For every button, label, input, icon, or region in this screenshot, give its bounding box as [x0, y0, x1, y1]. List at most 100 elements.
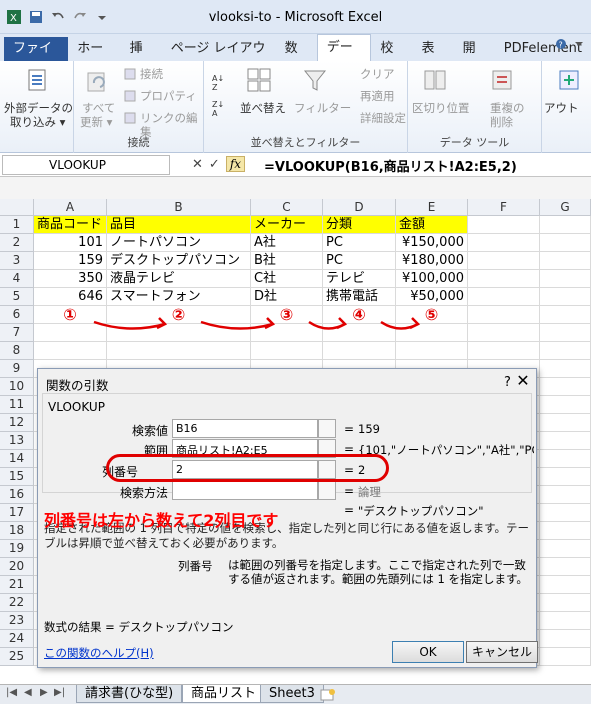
cell[interactable] — [468, 252, 540, 270]
cell[interactable]: スマートフォン — [107, 288, 251, 306]
column-header-b[interactable]: B — [107, 199, 251, 216]
cell[interactable] — [540, 432, 591, 450]
cell[interactable]: 350 — [34, 270, 107, 288]
row-header-24[interactable]: 24 — [0, 630, 34, 648]
row-header-12[interactable]: 12 — [0, 414, 34, 432]
cell[interactable] — [34, 342, 107, 360]
cell[interactable]: メーカー — [251, 216, 323, 234]
cell[interactable] — [468, 216, 540, 234]
first-sheet-icon[interactable]: |◀ — [6, 687, 17, 698]
refresh-all-label1[interactable]: すべて — [82, 101, 115, 115]
row-header-23[interactable]: 23 — [0, 612, 34, 630]
cell[interactable]: ④ — [323, 306, 396, 324]
row-header-22[interactable]: 22 — [0, 594, 34, 612]
row-header-13[interactable]: 13 — [0, 432, 34, 450]
cell[interactable]: 品目 — [107, 216, 251, 234]
cell[interactable] — [540, 342, 591, 360]
cell[interactable]: 159 — [34, 252, 107, 270]
column-header-g[interactable]: G — [540, 199, 591, 216]
cell[interactable] — [468, 324, 540, 342]
cell[interactable]: 分類 — [323, 216, 396, 234]
row-header-16[interactable]: 16 — [0, 486, 34, 504]
outline-label[interactable]: アウト — [544, 101, 579, 115]
cell[interactable] — [540, 540, 591, 558]
cell[interactable]: 101 — [34, 234, 107, 252]
dialog-help-icon[interactable]: ? — [504, 375, 511, 390]
cell[interactable]: A社 — [251, 234, 323, 252]
cell[interactable] — [540, 450, 591, 468]
cell[interactable] — [540, 378, 591, 396]
row-header-10[interactable]: 10 — [0, 378, 34, 396]
cell[interactable] — [468, 270, 540, 288]
ribbon-minimize-icon[interactable] — [573, 38, 585, 50]
tab-review[interactable]: 校閲 — [371, 37, 412, 80]
row-header-6[interactable]: 6 — [0, 306, 34, 324]
cell[interactable]: デスクトップパソコン — [107, 252, 251, 270]
cell[interactable] — [540, 576, 591, 594]
external-data-label2[interactable]: 取り込み ▾ — [10, 115, 65, 129]
insert-sheet-icon[interactable] — [320, 688, 336, 702]
row-header-5[interactable]: 5 — [0, 288, 34, 306]
cell[interactable] — [540, 324, 591, 342]
cell[interactable]: 646 — [34, 288, 107, 306]
collapse-dialog-icon[interactable] — [318, 419, 336, 438]
cell[interactable]: 金額 — [396, 216, 468, 234]
remove-duplicates-icon[interactable] — [490, 67, 516, 93]
cell[interactable] — [540, 612, 591, 630]
cell[interactable] — [107, 324, 251, 342]
clear-button[interactable]: クリア — [360, 67, 395, 81]
cell[interactable] — [540, 648, 591, 666]
cell[interactable] — [540, 522, 591, 540]
outline-icon[interactable] — [556, 67, 582, 93]
row-header-2[interactable]: 2 — [0, 234, 34, 252]
cell[interactable] — [540, 558, 591, 576]
name-box[interactable]: VLOOKUP — [2, 155, 170, 175]
column-header-a[interactable]: A — [34, 199, 107, 216]
tab-file[interactable]: ファイル — [4, 37, 69, 80]
sort-az-icon[interactable]: A↓Z — [212, 73, 232, 91]
ok-button[interactable]: OK — [392, 641, 464, 663]
row-header-3[interactable]: 3 — [0, 252, 34, 270]
row-header-9[interactable]: 9 — [0, 360, 34, 378]
refresh-all-icon[interactable] — [84, 69, 110, 95]
cell[interactable]: ¥50,000 — [396, 288, 468, 306]
collapse-dialog-icon[interactable] — [318, 481, 336, 500]
connections-button[interactable]: 接続 — [140, 67, 163, 81]
cell[interactable] — [107, 342, 251, 360]
tab-home[interactable]: ホーム — [68, 37, 120, 80]
cell[interactable]: ¥150,000 — [396, 234, 468, 252]
row-header-1[interactable]: 1 — [0, 216, 34, 234]
tab-developer[interactable]: 開発 — [454, 37, 495, 80]
cell[interactable] — [540, 234, 591, 252]
tab-data[interactable]: データ — [316, 34, 372, 81]
cancel-button[interactable]: キャンセル — [466, 641, 538, 663]
cell[interactable] — [540, 630, 591, 648]
cell[interactable] — [323, 324, 396, 342]
text-to-columns-icon[interactable] — [422, 67, 448, 93]
row-header-4[interactable]: 4 — [0, 270, 34, 288]
cell[interactable]: ① — [34, 306, 107, 324]
cell[interactable] — [540, 252, 591, 270]
sort-button[interactable]: 並べ替え — [240, 101, 286, 115]
tab-view[interactable]: 表示 — [413, 37, 454, 80]
cell[interactable]: PC — [323, 234, 396, 252]
cell[interactable] — [251, 324, 323, 342]
cell[interactable] — [540, 288, 591, 306]
external-data-icon[interactable] — [24, 67, 50, 93]
tab-page-layout[interactable]: ページ レイアウト — [162, 37, 276, 80]
row-header-19[interactable]: 19 — [0, 540, 34, 558]
text-to-columns-button[interactable]: 区切り位置 — [412, 101, 470, 115]
cell[interactable]: C社 — [251, 270, 323, 288]
sheet-tab-sheet3[interactable]: Sheet3 — [260, 685, 324, 703]
arg-input-range-lookup[interactable] — [172, 481, 318, 500]
last-sheet-icon[interactable]: ▶| — [54, 687, 65, 698]
cell[interactable] — [468, 234, 540, 252]
cell[interactable] — [540, 486, 591, 504]
select-all-corner[interactable] — [0, 199, 34, 216]
remove-duplicates-label1[interactable]: 重複の — [490, 101, 525, 115]
cell[interactable]: ⑤ — [396, 306, 468, 324]
cell[interactable] — [540, 414, 591, 432]
refresh-all-label2[interactable]: 更新 ▾ — [80, 115, 112, 129]
reapply-button[interactable]: 再適用 — [360, 89, 395, 103]
cell[interactable] — [540, 468, 591, 486]
